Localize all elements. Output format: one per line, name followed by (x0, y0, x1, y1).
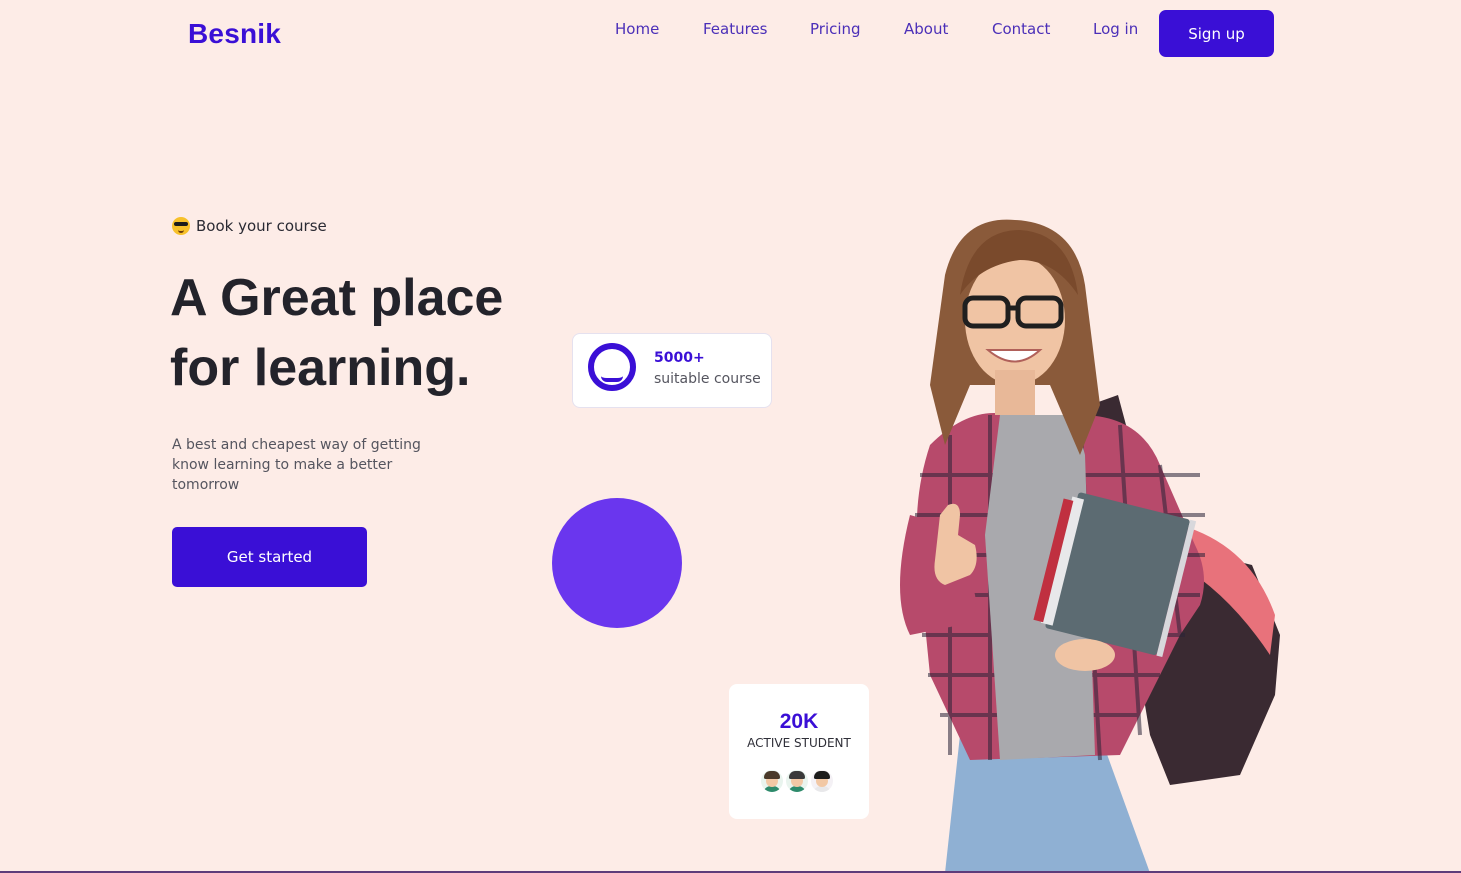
get-started-button[interactable]: Get started (172, 527, 367, 587)
signup-button[interactable]: Sign up (1159, 10, 1274, 57)
hero-subtext: A best and cheapest way of getting know … (172, 437, 421, 493)
students-count: 20K (779, 710, 819, 733)
nav-contact[interactable]: Contact (992, 20, 1050, 38)
brand-logo[interactable]: Besnik (188, 18, 281, 50)
student-avatars (761, 770, 833, 792)
headline-line-2: for learning. (170, 339, 471, 397)
nav-home[interactable]: Home (615, 20, 659, 38)
hero-eyebrow: Book your course (172, 217, 327, 235)
students-stat-card: 20K ACTIVE STUDENT (729, 684, 869, 819)
headline-line-1: A Great place (170, 269, 504, 327)
landing-page: Besnik Home Features Pricing About Conta… (0, 0, 1461, 873)
courses-label: suitable course (654, 371, 761, 387)
courses-count: 5000+ (654, 350, 705, 366)
nav-features[interactable]: Features (703, 20, 768, 38)
decorative-circle (552, 498, 682, 628)
student-avatar-icon (786, 770, 808, 792)
student-illustration (900, 219, 1280, 873)
nav-pricing[interactable]: Pricing (810, 20, 861, 38)
eyebrow-text: Book your course (196, 217, 327, 235)
nav-login[interactable]: Log in (1093, 20, 1138, 38)
nav-about[interactable]: About (904, 20, 948, 38)
student-avatar-icon (761, 770, 783, 792)
hero-headline: A Great place for learning. (170, 263, 590, 403)
courses-stat-card: 5000+ suitable course (572, 333, 772, 408)
students-label: ACTIVE STUDENT (747, 736, 851, 750)
student-avatar-icon (811, 770, 833, 792)
ring-icon (588, 343, 636, 391)
sunglasses-emoji-icon (172, 217, 190, 235)
